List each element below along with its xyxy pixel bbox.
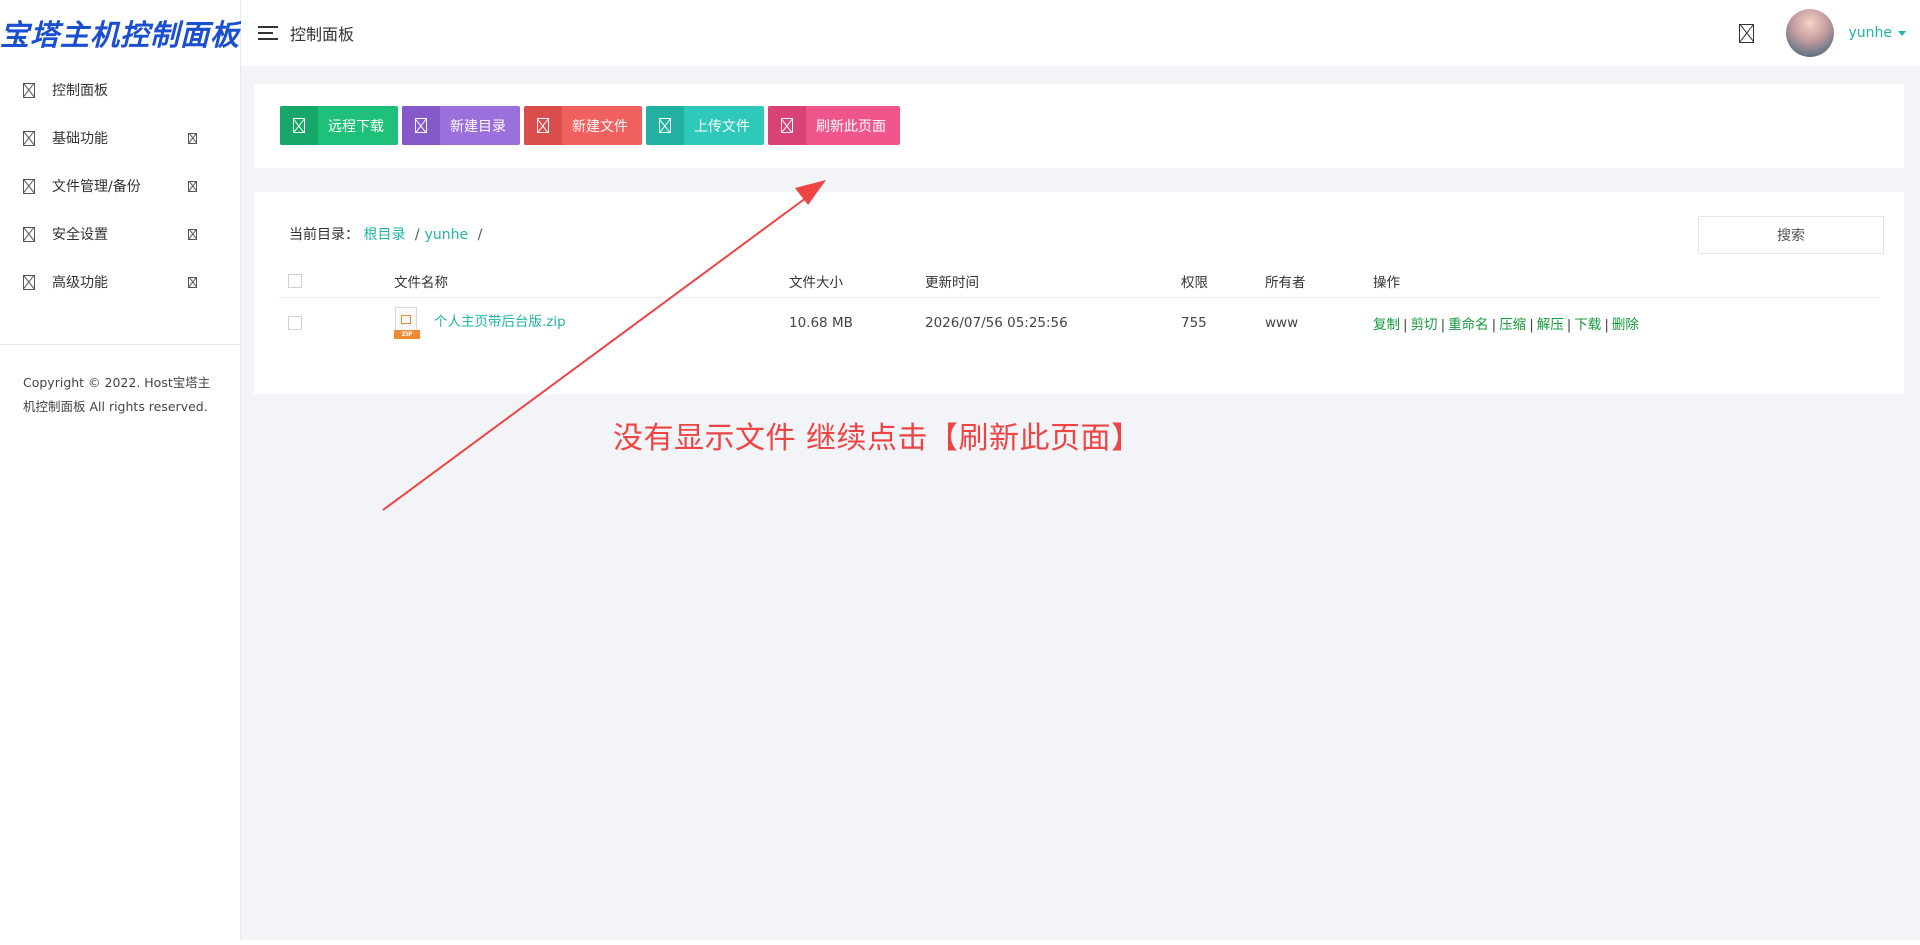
button-label: 远程下载 xyxy=(328,118,384,135)
button-label: 新建文件 xyxy=(572,118,628,135)
column-header-actions: 操作 xyxy=(1373,274,1400,291)
breadcrumb-root-link[interactable]: 根目录 xyxy=(363,227,405,243)
folder-icon xyxy=(23,178,35,194)
sidebar-nav: 控制面板 基础功能 文件管理/备份 安全设置 高级功能 xyxy=(0,66,240,306)
select-all-checkbox[interactable] xyxy=(288,273,302,288)
sidebar-item-label: 基础功能 xyxy=(52,131,108,147)
file-plus-icon xyxy=(524,106,562,145)
header-right: yunhe xyxy=(1739,9,1920,57)
advanced-icon xyxy=(23,274,35,290)
file-modified-time: 2026/07/56 05:25:56 xyxy=(925,315,1068,331)
column-header-name: 文件名称 xyxy=(394,274,448,291)
sidebar-item-label: 文件管理/备份 xyxy=(52,179,141,195)
download-action[interactable]: 下载 xyxy=(1574,317,1601,333)
compress-action[interactable]: 压缩 xyxy=(1499,317,1526,333)
file-list-panel: 当前目录： 根目录 / yunhe / 搜索 文件名称 文件大小 更新时间 权限 … xyxy=(254,192,1904,394)
zip-icon-label: ZIP xyxy=(394,330,420,339)
breadcrumb-separator: / xyxy=(477,227,483,243)
file-name-link[interactable]: 个人主页带后台版.zip xyxy=(434,310,566,330)
zip-file-icon: ZIP xyxy=(394,307,420,339)
avatar[interactable] xyxy=(1786,9,1835,57)
column-header-permission: 权限 xyxy=(1181,274,1208,291)
copyright: Copyright © 2022. Host宝塔主 机控制面板 All righ… xyxy=(0,345,240,445)
sidebar-item-dashboard[interactable]: 控制面板 xyxy=(0,66,240,114)
file-permission: 755 xyxy=(1181,315,1207,331)
menu-toggle-icon[interactable] xyxy=(258,22,278,44)
copyright-line: Copyright © 2022. Host宝塔主 xyxy=(23,375,211,390)
search-button[interactable]: 搜索 xyxy=(1698,216,1884,254)
basic-icon xyxy=(23,130,35,146)
column-header-size: 文件大小 xyxy=(789,274,843,291)
sidebar: 宝塔主机控制面板 控制面板 基础功能 文件管理/备份 安全设置 高级功能 Cop… xyxy=(0,0,241,945)
breadcrumb-separator: / xyxy=(414,227,420,243)
expand-arrow-icon xyxy=(188,180,197,192)
breadcrumb: 当前目录： 根目录 / yunhe / xyxy=(289,224,487,244)
copy-action[interactable]: 复制 xyxy=(1373,317,1400,333)
delete-action[interactable]: 删除 xyxy=(1612,317,1639,333)
remote-download-button[interactable]: 远程下载 xyxy=(280,106,398,145)
new-folder-button[interactable]: 新建目录 xyxy=(402,106,520,145)
upload-file-button[interactable]: 上传文件 xyxy=(646,106,764,145)
dashboard-icon xyxy=(23,82,35,98)
username[interactable]: yunhe xyxy=(1848,25,1906,41)
file-name-cell: ZIP 个人主页带后台版.zip xyxy=(394,307,566,339)
button-label: 新建目录 xyxy=(450,118,506,135)
annotation-text: 没有显示文件 继续点击【刷新此页面】 xyxy=(613,421,1142,456)
toolbar: 远程下载 新建目录 新建文件 上传文件 刷新此页面 xyxy=(254,84,1904,168)
expand-arrow-icon xyxy=(188,132,197,144)
sidebar-item-label: 高级功能 xyxy=(52,275,108,291)
row-checkbox[interactable] xyxy=(288,316,302,330)
table-row: ZIP 个人主页带后台版.zip 10.68 MB 2026/07/56 05:… xyxy=(279,298,1880,348)
username-text: yunhe xyxy=(1848,25,1892,41)
sidebar-item-label: 安全设置 xyxy=(52,227,108,243)
file-owner: www xyxy=(1265,315,1299,331)
expand-arrow-icon xyxy=(188,276,197,288)
cut-action[interactable]: 剪切 xyxy=(1411,317,1438,333)
sidebar-item-security[interactable]: 安全设置 xyxy=(0,210,240,258)
column-header-owner: 所有者 xyxy=(1265,274,1306,291)
button-label: 刷新此页面 xyxy=(816,118,886,135)
download-icon xyxy=(280,106,318,145)
button-label: 上传文件 xyxy=(694,118,750,135)
upload-icon xyxy=(646,106,684,145)
table-header: 文件名称 文件大小 更新时间 权限 所有者 操作 xyxy=(279,264,1880,298)
file-size: 10.68 MB xyxy=(789,315,853,331)
refresh-page-button[interactable]: 刷新此页面 xyxy=(768,106,900,145)
top-header: 控制面板 yunhe xyxy=(241,0,1920,66)
breadcrumb-prefix: 当前目录： xyxy=(289,227,359,243)
logo[interactable]: 宝塔主机控制面板 xyxy=(0,0,240,66)
refresh-icon xyxy=(768,106,806,145)
file-actions: 复制 | 剪切 | 重命名 | 压缩 | 解压 | 下载 | 删除 xyxy=(1373,317,1639,333)
breadcrumb-folder-link[interactable]: yunhe xyxy=(425,227,469,243)
column-header-time: 更新时间 xyxy=(925,274,979,291)
sidebar-item-files[interactable]: 文件管理/备份 xyxy=(0,162,240,210)
page-title: 控制面板 xyxy=(290,25,355,44)
folder-plus-icon xyxy=(402,106,440,145)
fullscreen-icon[interactable] xyxy=(1739,23,1755,43)
copyright-line: 机控制面板 All rights reserved. xyxy=(23,399,208,414)
shield-icon xyxy=(23,226,35,242)
chevron-down-icon xyxy=(1898,30,1906,36)
sidebar-item-advanced[interactable]: 高级功能 xyxy=(0,258,240,306)
extract-action[interactable]: 解压 xyxy=(1537,317,1564,333)
sidebar-item-basic[interactable]: 基础功能 xyxy=(0,114,240,162)
new-file-button[interactable]: 新建文件 xyxy=(524,106,642,145)
bottom-strip xyxy=(0,940,1920,945)
rename-action[interactable]: 重命名 xyxy=(1448,317,1489,333)
sidebar-item-label: 控制面板 xyxy=(52,83,108,99)
expand-arrow-icon xyxy=(188,228,197,240)
